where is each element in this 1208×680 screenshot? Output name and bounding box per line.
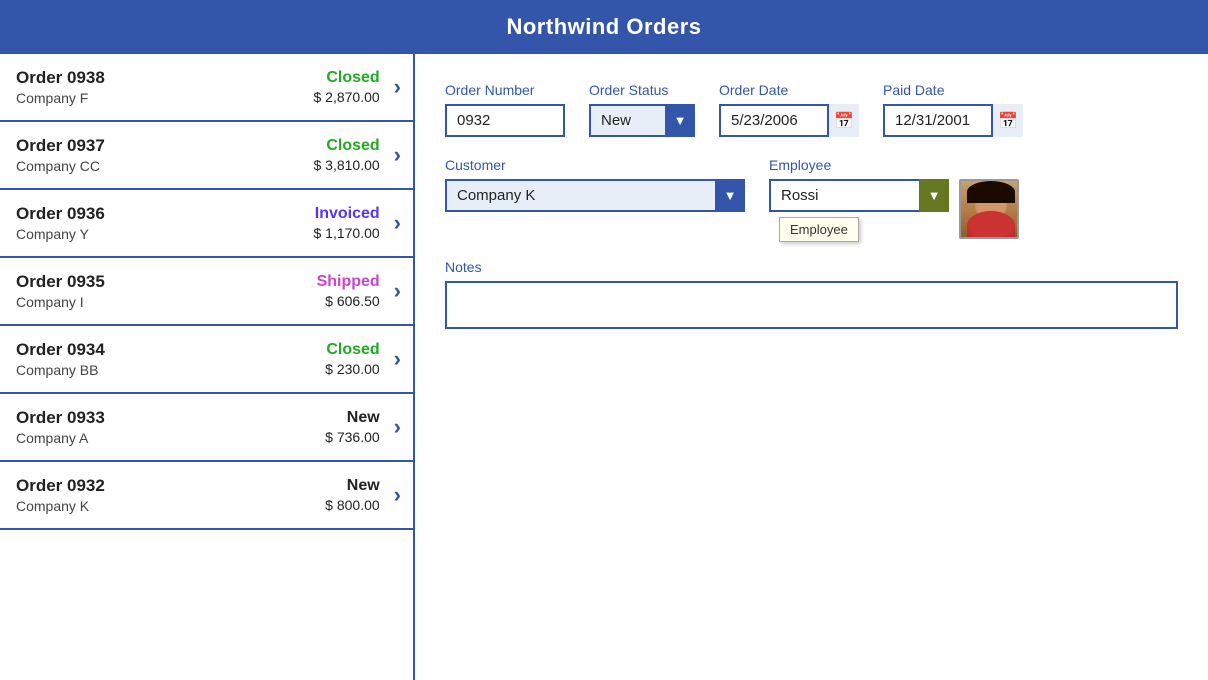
order-right: Closed $ 3,810.00: [314, 137, 380, 173]
customer-select-wrapper: Company KCompany ACompany BCompany FComp…: [445, 179, 745, 212]
employee-photo: [959, 179, 1019, 239]
order-item-info: Order 0936 Company Y: [16, 204, 314, 242]
chevron-right-icon: ›: [394, 482, 401, 508]
order-number: Order 0933: [16, 408, 325, 428]
order-right: Closed $ 2,870.00: [314, 69, 380, 105]
order-company: Company CC: [16, 158, 314, 174]
order-company: Company F: [16, 90, 314, 106]
paid-date-label: Paid Date: [883, 82, 1023, 98]
order-company: Company I: [16, 294, 317, 310]
order-right: Closed $ 230.00: [325, 341, 380, 377]
notes-input[interactable]: [445, 281, 1178, 329]
order-number: Order 0932: [16, 476, 325, 496]
order-status: Invoiced: [315, 205, 380, 223]
chevron-right-icon: ›: [394, 74, 401, 100]
order-item-order-0934[interactable]: Order 0934 Company BB Closed $ 230.00 ›: [0, 326, 413, 394]
employee-group: Employee RossiSmithJonesBrown ▼ Employee: [769, 157, 1019, 239]
order-status: Shipped: [317, 273, 380, 291]
app-header: Northwind Orders: [0, 0, 1208, 54]
order-item-info: Order 0935 Company I: [16, 272, 317, 310]
order-amount: $ 3,810.00: [314, 157, 380, 173]
order-number: Order 0938: [16, 68, 314, 88]
main-content: Order 0938 Company F Closed $ 2,870.00 ›…: [0, 54, 1208, 680]
order-item-order-0933[interactable]: Order 0933 Company A New $ 736.00 ›: [0, 394, 413, 462]
order-amount: $ 230.00: [325, 361, 380, 377]
order-number-group: Order Number: [445, 82, 565, 137]
order-detail-panel: Order Number Order Status NewShippedInvo…: [415, 54, 1208, 680]
order-status-select[interactable]: NewShippedInvoicedClosed: [589, 104, 695, 137]
paid-date-calendar-icon[interactable]: 📅: [991, 104, 1023, 137]
chevron-right-icon: ›: [394, 210, 401, 236]
order-date-group: Order Date 📅: [719, 82, 859, 137]
order-item-order-0937[interactable]: Order 0937 Company CC Closed $ 3,810.00 …: [0, 122, 413, 190]
chevron-right-icon: ›: [394, 414, 401, 440]
app-title: Northwind Orders: [506, 14, 701, 39]
chevron-right-icon: ›: [394, 278, 401, 304]
order-company: Company BB: [16, 362, 325, 378]
order-status: Closed: [326, 137, 379, 155]
order-status: Closed: [326, 341, 379, 359]
order-status-select-wrapper: NewShippedInvoicedClosed ▼: [589, 104, 695, 137]
chevron-right-icon: ›: [394, 142, 401, 168]
paid-date-wrapper: 📅: [883, 104, 1023, 137]
order-right: Invoiced $ 1,170.00: [314, 205, 380, 241]
order-item-info: Order 0937 Company CC: [16, 136, 314, 174]
order-item-order-0938[interactable]: Order 0938 Company F Closed $ 2,870.00 ›: [0, 54, 413, 122]
customer-group: Customer Company KCompany ACompany BComp…: [445, 157, 745, 239]
order-amount: $ 800.00: [325, 497, 380, 513]
order-number: Order 0934: [16, 340, 325, 360]
order-company: Company A: [16, 430, 325, 446]
order-right: New $ 736.00: [325, 409, 380, 445]
employee-select-container: RossiSmithJonesBrown ▼ Employee: [769, 179, 949, 212]
order-right: Shipped $ 606.50: [317, 273, 380, 309]
order-amount: $ 1,170.00: [314, 225, 380, 241]
order-item-order-0935[interactable]: Order 0935 Company I Shipped $ 606.50 ›: [0, 258, 413, 326]
order-date-wrapper: 📅: [719, 104, 859, 137]
order-company: Company K: [16, 498, 325, 514]
order-status-label: Order Status: [589, 82, 695, 98]
order-status: New: [347, 477, 380, 495]
order-item-info: Order 0933 Company A: [16, 408, 325, 446]
order-date-calendar-icon[interactable]: 📅: [827, 104, 859, 137]
order-item-info: Order 0932 Company K: [16, 476, 325, 514]
customer-select[interactable]: Company KCompany ACompany BCompany FComp…: [445, 179, 745, 212]
order-date-label: Order Date: [719, 82, 859, 98]
order-item-info: Order 0934 Company BB: [16, 340, 325, 378]
photo-hair: [967, 181, 1015, 203]
notes-label: Notes: [445, 259, 1178, 275]
order-status-group: Order Status NewShippedInvoicedClosed ▼: [589, 82, 695, 137]
order-list: Order 0938 Company F Closed $ 2,870.00 ›…: [0, 54, 415, 680]
app-container: Northwind Orders Order 0938 Company F Cl…: [0, 0, 1208, 680]
order-item-order-0932[interactable]: Order 0932 Company K New $ 800.00 ›: [0, 462, 413, 530]
employee-label: Employee: [769, 157, 1019, 173]
form-row-1: Order Number Order Status NewShippedInvo…: [445, 82, 1178, 137]
employee-row: RossiSmithJonesBrown ▼ Employee: [769, 179, 1019, 239]
order-status: New: [347, 409, 380, 427]
order-number: Order 0935: [16, 272, 317, 292]
order-status: Closed: [326, 69, 379, 87]
employee-select[interactable]: RossiSmithJonesBrown: [769, 179, 949, 212]
order-number-input[interactable]: [445, 104, 565, 137]
order-company: Company Y: [16, 226, 314, 242]
employee-dropdown-wrapper: RossiSmithJonesBrown ▼: [769, 179, 949, 212]
notes-group: Notes: [445, 259, 1178, 329]
order-amount: $ 2,870.00: [314, 89, 380, 105]
form-row-2: Customer Company KCompany ACompany BComp…: [445, 157, 1178, 239]
paid-date-group: Paid Date 📅: [883, 82, 1023, 137]
order-number: Order 0936: [16, 204, 314, 224]
chevron-right-icon: ›: [394, 346, 401, 372]
order-right: New $ 800.00: [325, 477, 380, 513]
order-item-order-0936[interactable]: Order 0936 Company Y Invoiced $ 1,170.00…: [0, 190, 413, 258]
order-number: Order 0937: [16, 136, 314, 156]
order-item-info: Order 0938 Company F: [16, 68, 314, 106]
customer-label: Customer: [445, 157, 745, 173]
order-amount: $ 736.00: [325, 429, 380, 445]
employee-tooltip: Employee: [779, 217, 859, 242]
order-number-label: Order Number: [445, 82, 565, 98]
order-amount: $ 606.50: [325, 293, 380, 309]
